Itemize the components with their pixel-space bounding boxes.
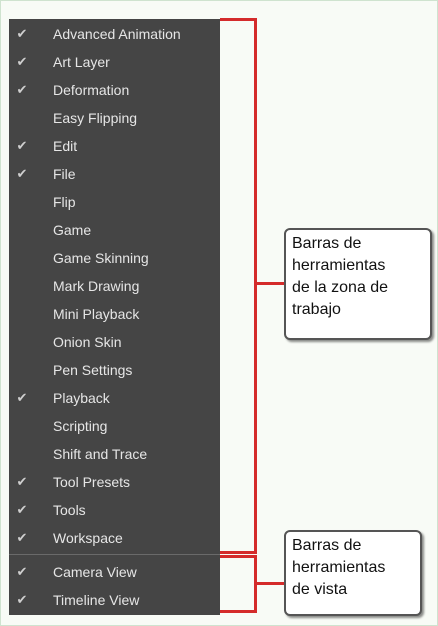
menu-item-label: Flip <box>53 194 76 210</box>
menu-item-playback[interactable]: ✔ Playback <box>9 384 220 412</box>
callout-line: Barras de <box>292 537 362 554</box>
menu-separator <box>9 554 220 555</box>
menu-item-label: Mark Drawing <box>53 278 140 294</box>
menu-item-label: Advanced Animation <box>53 26 181 42</box>
view-bracket-connector <box>256 582 286 585</box>
menu-item-scripting[interactable]: Scripting <box>9 412 220 440</box>
workspace-bracket-connector <box>256 282 286 285</box>
menu-item-shift-and-trace[interactable]: Shift and Trace <box>9 440 220 468</box>
menu-item-label: Edit <box>53 138 78 154</box>
menu-item-label: Mini Playback <box>53 306 140 322</box>
checkmark-icon: ✔ <box>16 26 28 41</box>
menu-item-easy-flipping[interactable]: Easy Flipping <box>9 104 220 132</box>
menu-item-tool-presets[interactable]: ✔ Tool Presets <box>9 468 220 496</box>
workspace-toolbars-callout: Barras de herramientas de la zona de tra… <box>284 228 432 340</box>
menu-item-timeline-view[interactable]: ✔ Timeline View <box>9 586 220 614</box>
menu-item-game[interactable]: Game <box>9 216 220 244</box>
view-toolbars-callout: Barras de herramientas de vista <box>284 530 422 616</box>
callout-line: herramientas <box>292 257 386 274</box>
menu-item-mini-playback[interactable]: Mini Playback <box>9 300 220 328</box>
checkmark-icon: ✔ <box>16 530 28 545</box>
view-toolbars-bracket <box>220 555 257 613</box>
menu-item-label: Workspace <box>53 530 123 546</box>
menu-item-art-layer[interactable]: ✔ Art Layer <box>9 48 220 76</box>
menu-item-advanced-animation[interactable]: ✔ Advanced Animation <box>9 20 220 48</box>
workspace-toolbars-bracket <box>220 18 257 554</box>
menu-item-label: Playback <box>53 390 110 406</box>
menu-item-label: Camera View <box>53 564 137 580</box>
menu-item-label: Pen Settings <box>53 362 133 378</box>
checkmark-icon: ✔ <box>16 54 28 69</box>
menu-item-file[interactable]: ✔ File <box>9 160 220 188</box>
checkmark-icon: ✔ <box>16 474 28 489</box>
menu-item-label: Scripting <box>53 418 108 434</box>
menu-item-label: Timeline View <box>53 592 140 608</box>
menu-item-edit[interactable]: ✔ Edit <box>9 132 220 160</box>
callout-line: Barras de <box>292 235 362 252</box>
checkmark-icon: ✔ <box>16 166 28 181</box>
menu-item-label: Deformation <box>53 82 130 98</box>
menu-item-flip[interactable]: Flip <box>9 188 220 216</box>
menu-item-label: Easy Flipping <box>53 110 138 126</box>
callout-line: trabajo <box>292 301 341 318</box>
checkmark-icon: ✔ <box>16 82 28 97</box>
checkmark-icon: ✔ <box>16 564 28 579</box>
menu-item-label: Game Skinning <box>53 250 149 266</box>
menu-item-workspace[interactable]: ✔ Workspace <box>9 524 220 552</box>
menu-item-label: Shift and Trace <box>53 446 148 462</box>
menu-item-pen-settings[interactable]: Pen Settings <box>9 356 220 384</box>
menu-item-label: Tools <box>53 502 86 518</box>
callout-line: de vista <box>292 581 348 598</box>
menu-item-game-skinning[interactable]: Game Skinning <box>9 244 220 272</box>
menu-item-label: File <box>53 166 76 182</box>
toolbars-context-menu: ✔ Advanced Animation ✔ Art Layer ✔ Deformatio… <box>9 19 220 615</box>
menu-item-deformation[interactable]: ✔ Deformation <box>9 76 220 104</box>
menu-item-tools[interactable]: ✔ Tools <box>9 496 220 524</box>
checkmark-icon: ✔ <box>16 592 28 607</box>
menu-item-onion-skin[interactable]: Onion Skin <box>9 328 220 356</box>
menu-item-mark-drawing[interactable]: Mark Drawing <box>9 272 220 300</box>
menu-item-label: Art Layer <box>53 54 110 70</box>
menu-item-label: Game <box>53 222 92 238</box>
checkmark-icon: ✔ <box>16 390 28 405</box>
checkmark-icon: ✔ <box>16 138 28 153</box>
checkmark-icon: ✔ <box>16 502 28 517</box>
menu-item-label: Onion Skin <box>53 334 122 350</box>
menu-item-label: Tool Presets <box>53 474 131 490</box>
menu-item-camera-view[interactable]: ✔ Camera View <box>9 558 220 586</box>
callout-line: de la zona de <box>292 279 389 296</box>
callout-line: herramientas <box>292 559 386 576</box>
